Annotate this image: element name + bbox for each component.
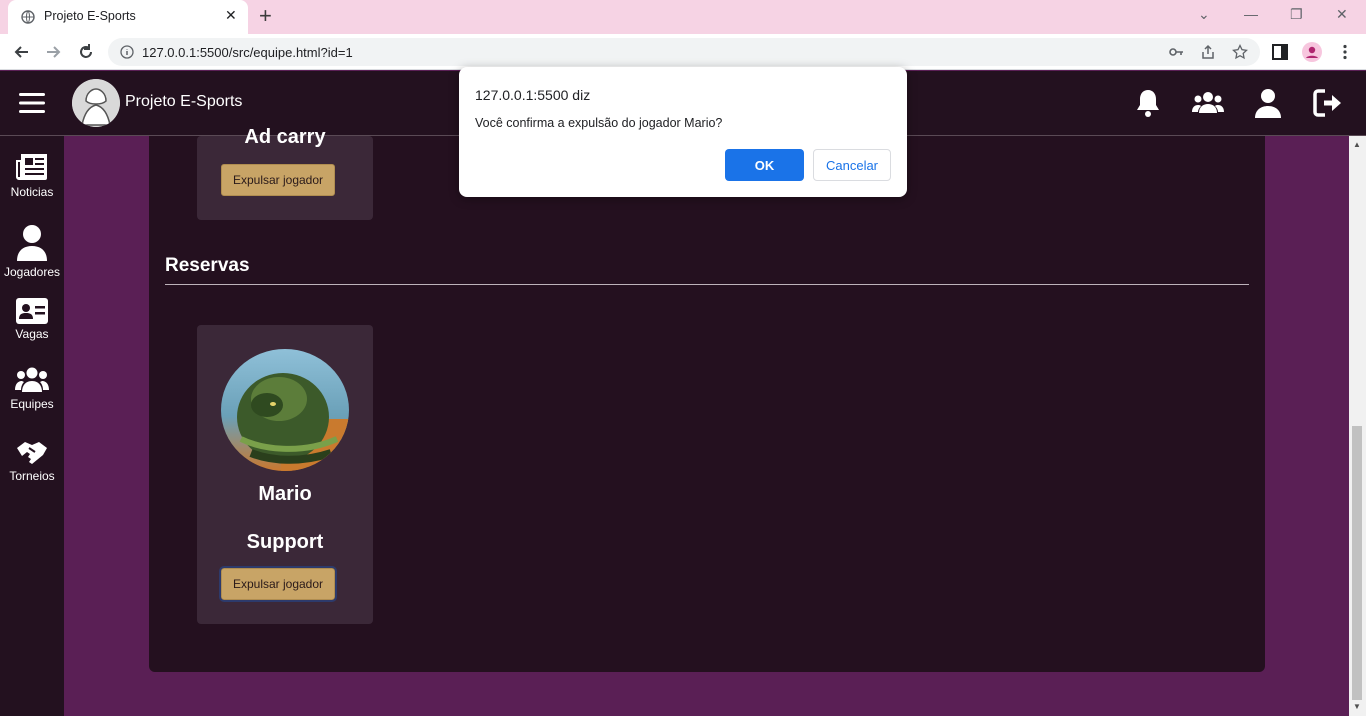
address-bar[interactable]: 127.0.0.1:5500/src/equipe.html?id=1 [108,38,1260,66]
users-icon [15,367,49,392]
logout-icon[interactable] [1312,87,1344,119]
reload-icon[interactable] [76,42,96,62]
avatar-image [221,349,349,471]
menu-icon[interactable] [19,92,45,114]
sidebar-item-torneios[interactable]: Torneios [0,438,64,483]
sidebar-item-noticias[interactable]: Noticias [0,152,64,199]
sidebar-item-label: Vagas [15,327,49,341]
key-icon[interactable] [1168,44,1184,60]
side-panel-icon[interactable] [1271,43,1289,61]
sidebar-item-label: Equipes [10,397,54,411]
expel-player-button[interactable]: Expulsar jogador [219,566,337,602]
back-icon[interactable] [12,42,32,62]
sidebar-item-label: Torneios [9,469,55,483]
player-role: Support [246,531,324,553]
more-menu-icon[interactable] [1336,43,1354,61]
handshake-icon [17,442,47,464]
browser-toolbar: 127.0.0.1:5500/src/equipe.html?id=1 [0,34,1366,70]
sidebar-item-label: Jogadores [3,265,61,279]
window-close-icon[interactable]: ✕ [1336,6,1348,23]
newspaper-icon [16,154,47,180]
tab-close-icon[interactable]: ✕ [225,7,237,24]
app-logo [72,79,120,127]
logo-emblem-icon [72,79,120,127]
sidebar-item-jogadores[interactable]: Jogadores [0,224,64,279]
dialog-message: Você confirma a expulsão do jogador Mari… [475,116,723,130]
site-info-icon[interactable] [120,45,134,59]
browser-tab-strip: Projeto E-Sports ✕ + ⌄ — ❐ ✕ [0,0,1366,34]
star-icon[interactable] [1232,44,1248,60]
bell-icon[interactable] [1132,87,1164,119]
sidebar-item-label: Noticias [10,185,54,199]
confirm-dialog: 127.0.0.1:5500 diz Você confirma a expul… [459,67,907,197]
cancel-button[interactable]: Cancelar [813,149,891,181]
tab-search-icon[interactable]: ⌄ [1198,6,1210,23]
restore-icon[interactable]: ❐ [1290,6,1303,23]
scroll-up-icon[interactable]: ▲ [1353,140,1361,149]
sidebar-item-vagas[interactable]: Vagas [0,298,64,341]
section-title-reservas: Reservas [165,255,250,276]
share-icon[interactable] [1200,44,1216,60]
forward-icon[interactable] [43,42,63,62]
globe-icon [21,10,35,24]
ok-button[interactable]: OK [725,149,804,181]
sidebar: Noticias Jogadores Vagas Equipes Torneio… [0,136,64,716]
player-role: Ad carry [244,126,326,148]
player-name: Mario [258,483,312,505]
sidebar-item-equipes[interactable]: Equipes [0,366,64,411]
id-card-icon [16,298,48,324]
page-scrollbar[interactable]: ▲ ▼ [1349,136,1366,716]
tab-title: Projeto E-Sports [44,9,136,23]
player-avatar [221,349,349,471]
expel-player-button[interactable]: Expulsar jogador [221,164,335,196]
team-icon[interactable] [1192,87,1224,119]
user-icon [17,225,47,261]
scrollbar-thumb[interactable] [1352,426,1362,700]
brand-title: Projeto E-Sports [125,93,243,110]
minimize-icon[interactable]: — [1244,6,1258,22]
scroll-down-icon[interactable]: ▼ [1353,702,1361,711]
user-icon[interactable] [1252,87,1284,119]
url-text: 127.0.0.1:5500/src/equipe.html?id=1 [142,45,353,60]
profile-avatar-icon[interactable] [1302,42,1322,62]
section-divider [165,284,1249,285]
new-tab-icon[interactable]: + [259,3,272,29]
dialog-title: 127.0.0.1:5500 diz [475,87,591,103]
browser-tab[interactable]: Projeto E-Sports ✕ [8,0,248,34]
